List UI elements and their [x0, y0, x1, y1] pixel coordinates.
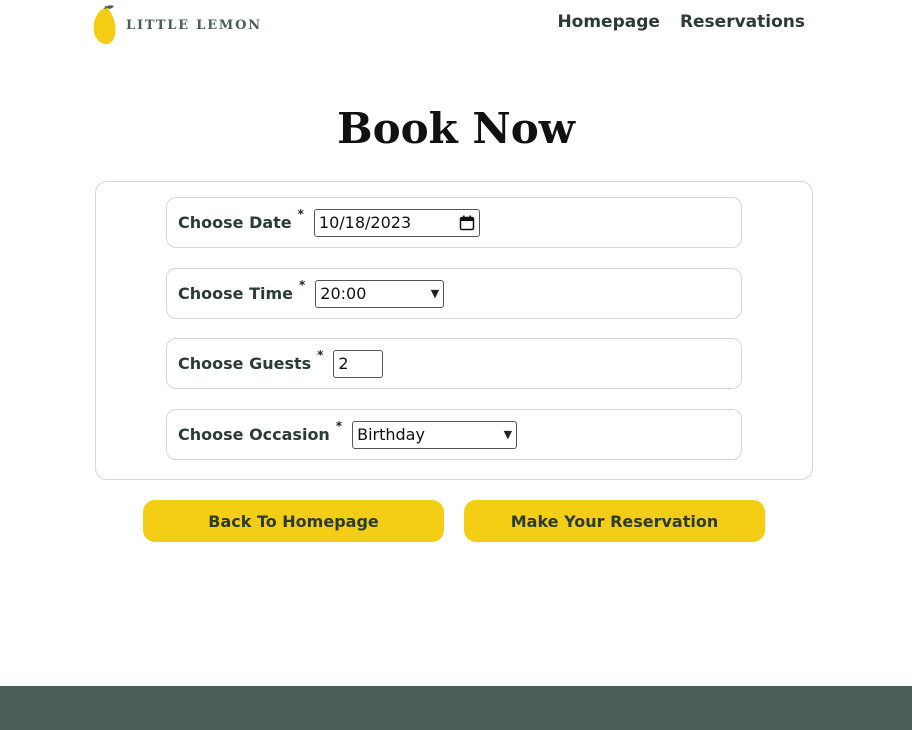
occasion-label: Choose Occasion	[178, 425, 330, 444]
required-marker: *	[298, 277, 306, 292]
calendar-icon[interactable]	[459, 215, 475, 231]
time-select[interactable]: 20:00 ▼	[315, 279, 445, 308]
nav-reservations-link[interactable]: Reservations	[680, 12, 805, 32]
footer	[0, 686, 912, 730]
reservation-form: Choose Date * 10/18/2023 Choose Time * 2…	[95, 181, 813, 480]
header: LITTLE LEMON Homepage Reservations	[0, 0, 912, 50]
chevron-down-icon: ▼	[503, 428, 513, 441]
date-input[interactable]: 10/18/2023	[313, 208, 480, 237]
guests-value: 2	[338, 354, 349, 373]
back-to-homepage-button[interactable]: Back To Homepage	[143, 500, 444, 542]
little-lemon-logo[interactable]: LITTLE LEMON	[92, 4, 262, 46]
occasion-select[interactable]: Birthday ▼	[352, 420, 518, 449]
occasion-field-row: Choose Occasion * Birthday ▼	[166, 409, 742, 460]
time-value: 20:00	[320, 284, 367, 303]
main-nav: Homepage Reservations	[557, 12, 805, 32]
required-marker: *	[317, 347, 324, 362]
guests-label: Choose Guests	[178, 354, 312, 373]
nav-homepage-link[interactable]: Homepage	[557, 12, 660, 32]
guests-input[interactable]: 2	[333, 349, 384, 378]
time-field-row: Choose Time * 20:00 ▼	[166, 268, 742, 319]
logo-text: LITTLE LEMON	[126, 17, 262, 33]
required-marker: *	[335, 418, 343, 433]
date-value: 10/18/2023	[318, 213, 412, 232]
chevron-down-icon: ▼	[430, 287, 440, 300]
required-marker: *	[297, 206, 304, 221]
date-label: Choose Date	[178, 213, 292, 232]
occasion-value: Birthday	[357, 425, 425, 444]
page-title: Book Now	[337, 104, 575, 153]
lemon-icon	[93, 5, 116, 45]
guests-field-row: Choose Guests * 2	[166, 338, 742, 389]
make-reservation-button[interactable]: Make Your Reservation	[464, 500, 765, 542]
time-label: Choose Time	[178, 284, 293, 303]
date-field-row: Choose Date * 10/18/2023	[166, 197, 742, 248]
